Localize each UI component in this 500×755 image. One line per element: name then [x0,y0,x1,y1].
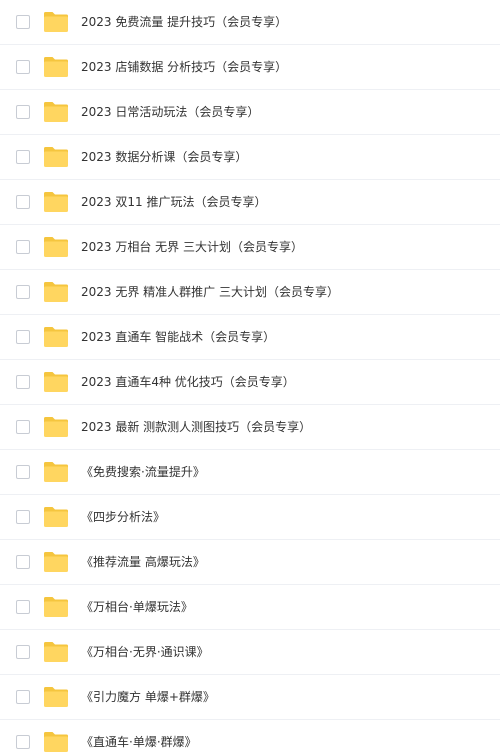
folder-icon [43,11,69,33]
folder-icon [43,56,69,78]
file-name: 《四步分析法》 [81,510,166,524]
file-name: 《万相台·单爆玩法》 [81,600,193,614]
folder-icon [43,101,69,123]
file-name: 2023 免费流量 提升技巧（会员专享） [81,15,288,29]
folder-icon [43,326,69,348]
checkbox-icon[interactable] [16,690,30,704]
folder-icon [43,551,69,573]
checkbox-icon[interactable] [16,600,30,614]
checkbox-icon[interactable] [16,240,30,254]
folder-icon [43,596,69,618]
folder-icon [43,191,69,213]
file-name: 2023 直通车 智能战术（会员专享） [81,330,276,344]
folder-icon [43,461,69,483]
checkbox-icon[interactable] [16,285,30,299]
checkbox-icon[interactable] [16,735,30,749]
file-name: 《推荐流量 高爆玩法》 [81,555,205,569]
checkbox-icon[interactable] [16,15,30,29]
file-row[interactable]: 《直通车·单爆·群爆》 [0,720,500,755]
folder-icon [43,371,69,393]
folder-icon [43,686,69,708]
checkbox-icon[interactable] [16,420,30,434]
file-list: 2023 免费流量 提升技巧（会员专享） 2023 店铺数据 分析技巧（会员专享）… [0,0,500,755]
file-row[interactable]: 《万相台·单爆玩法》 [0,585,500,630]
checkbox-icon[interactable] [16,105,30,119]
file-row[interactable]: 《推荐流量 高爆玩法》 [0,540,500,585]
checkbox-icon[interactable] [16,330,30,344]
checkbox-icon[interactable] [16,510,30,524]
file-name: 2023 数据分析课（会员专享） [81,150,248,164]
checkbox-icon[interactable] [16,645,30,659]
file-row[interactable]: 《免费搜索·流量提升》 [0,450,500,495]
file-row[interactable]: 2023 数据分析课（会员专享） [0,135,500,180]
checkbox-icon[interactable] [16,195,30,209]
file-row[interactable]: 《万相台·无界·通识课》 [0,630,500,675]
folder-icon [43,641,69,663]
file-row[interactable]: 2023 直通车 智能战术（会员专享） [0,315,500,360]
folder-icon [43,506,69,528]
file-name: 2023 直通车4种 优化技巧（会员专享） [81,375,295,389]
file-name: 《引力魔方 单爆+群爆》 [81,690,215,704]
folder-icon [43,416,69,438]
file-row[interactable]: 2023 直通车4种 优化技巧（会员专享） [0,360,500,405]
file-row[interactable]: 2023 无界 精准人群推广 三大计划（会员专享） [0,270,500,315]
checkbox-icon[interactable] [16,150,30,164]
file-row[interactable]: 2023 免费流量 提升技巧（会员专享） [0,0,500,45]
file-row[interactable]: 2023 最新 测款测人测图技巧（会员专享） [0,405,500,450]
folder-icon [43,236,69,258]
file-row[interactable]: 2023 万相台 无界 三大计划（会员专享） [0,225,500,270]
file-name: 《免费搜索·流量提升》 [81,465,205,479]
file-row[interactable]: 2023 店铺数据 分析技巧（会员专享） [0,45,500,90]
file-row[interactable]: 2023 日常活动玩法（会员专享） [0,90,500,135]
file-name: 2023 双11 推广玩法（会员专享） [81,195,267,209]
file-name: 2023 店铺数据 分析技巧（会员专享） [81,60,288,74]
checkbox-icon[interactable] [16,555,30,569]
file-row[interactable]: 《四步分析法》 [0,495,500,540]
folder-icon [43,731,69,753]
file-name: 2023 日常活动玩法（会员专享） [81,105,260,119]
folder-icon [43,146,69,168]
checkbox-icon[interactable] [16,60,30,74]
checkbox-icon[interactable] [16,375,30,389]
file-name: 2023 无界 精准人群推广 三大计划（会员专享） [81,285,339,299]
file-name: 《万相台·无界·通识课》 [81,645,209,659]
file-row[interactable]: 《引力魔方 单爆+群爆》 [0,675,500,720]
file-row[interactable]: 2023 双11 推广玩法（会员专享） [0,180,500,225]
file-name: 2023 万相台 无界 三大计划（会员专享） [81,240,303,254]
file-name: 2023 最新 测款测人测图技巧（会员专享） [81,420,312,434]
checkbox-icon[interactable] [16,465,30,479]
folder-icon [43,281,69,303]
file-name: 《直通车·单爆·群爆》 [81,735,197,749]
